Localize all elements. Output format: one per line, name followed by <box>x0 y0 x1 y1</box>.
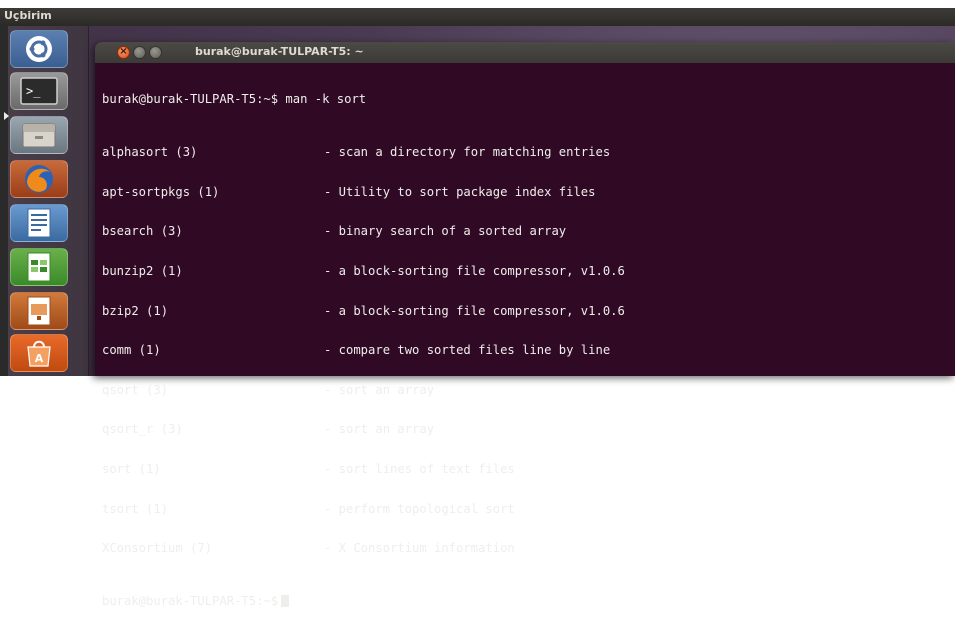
command-line: burak@burak-TULPAR-T5:~$ man -k sort <box>102 92 367 107</box>
launcher-item-impress[interactable] <box>10 292 68 330</box>
svg-text:>_: >_ <box>26 84 41 98</box>
launcher-item-firefox[interactable] <box>10 160 68 198</box>
list-item: bunzip2 (1) - a block-sorting file compre… <box>102 263 625 278</box>
launcher-item-dash[interactable] <box>10 30 68 68</box>
app-title: Uçbirim <box>4 9 52 22</box>
window-title: burak@burak-TULPAR-T5: ~ <box>195 45 364 58</box>
terminal-window[interactable]: × burak@burak-TULPAR-T5: ~ burak@burak-T… <box>95 42 955 608</box>
launcher-item-writer[interactable] <box>10 204 68 242</box>
impress-icon <box>27 296 51 326</box>
cropped-caption <box>0 0 955 8</box>
writer-icon <box>27 208 51 238</box>
launcher-item-terminal[interactable]: >_ <box>10 72 68 110</box>
list-item: tsort (1) - perform topological sort <box>102 501 515 516</box>
list-item: comm (1) - compare two sorted files line … <box>102 343 611 358</box>
software-center-icon: A <box>27 340 51 367</box>
terminal-titlebar[interactable]: × burak@burak-TULPAR-T5: ~ <box>95 42 955 63</box>
launcher: >_ A <box>0 26 89 376</box>
close-icon: × <box>119 46 128 57</box>
minimize-button[interactable] <box>133 46 146 59</box>
svg-text:A: A <box>35 352 44 365</box>
close-button[interactable]: × <box>117 46 130 59</box>
list-item: qsort (3) - sort an array <box>102 382 435 397</box>
list-item: apt-sortpkgs (1) - Utility to sort packag… <box>102 184 596 199</box>
launcher-item-calc[interactable] <box>10 248 68 286</box>
launcher-edge <box>0 26 8 376</box>
files-icon <box>22 123 56 148</box>
list-item: bsearch (3) - binary search of a sorted a… <box>102 224 567 239</box>
top-panel: Uçbirim <box>0 8 955 26</box>
terminal-output[interactable]: burak@burak-TULPAR-T5:~$ man -k sort alp… <box>102 67 947 608</box>
list-item: sort (1) - sort lines of text files <box>102 461 515 476</box>
list-item: qsort_r (3) - sort an array <box>102 422 435 437</box>
text-cursor <box>281 594 290 607</box>
maximize-button[interactable] <box>149 46 162 59</box>
list-item: XConsortium (7) - X Consortium informatio… <box>102 541 515 556</box>
terminal-icon: >_ <box>20 77 58 105</box>
running-indicator <box>4 112 9 120</box>
launcher-item-files[interactable] <box>10 116 68 154</box>
prompt: burak@burak-TULPAR-T5:~$ <box>102 593 279 608</box>
launcher-item-software-center[interactable]: A <box>10 334 68 372</box>
calc-icon <box>27 252 51 282</box>
ubuntu-dash-icon <box>26 36 52 62</box>
list-item: bzip2 (1) - a block-sorting file compress… <box>102 303 625 318</box>
list-item: alphasort (3) - scan a directory for matc… <box>102 145 611 160</box>
prompt-line[interactable]: burak@burak-TULPAR-T5:~$ <box>102 593 947 608</box>
firefox-icon <box>25 165 53 193</box>
